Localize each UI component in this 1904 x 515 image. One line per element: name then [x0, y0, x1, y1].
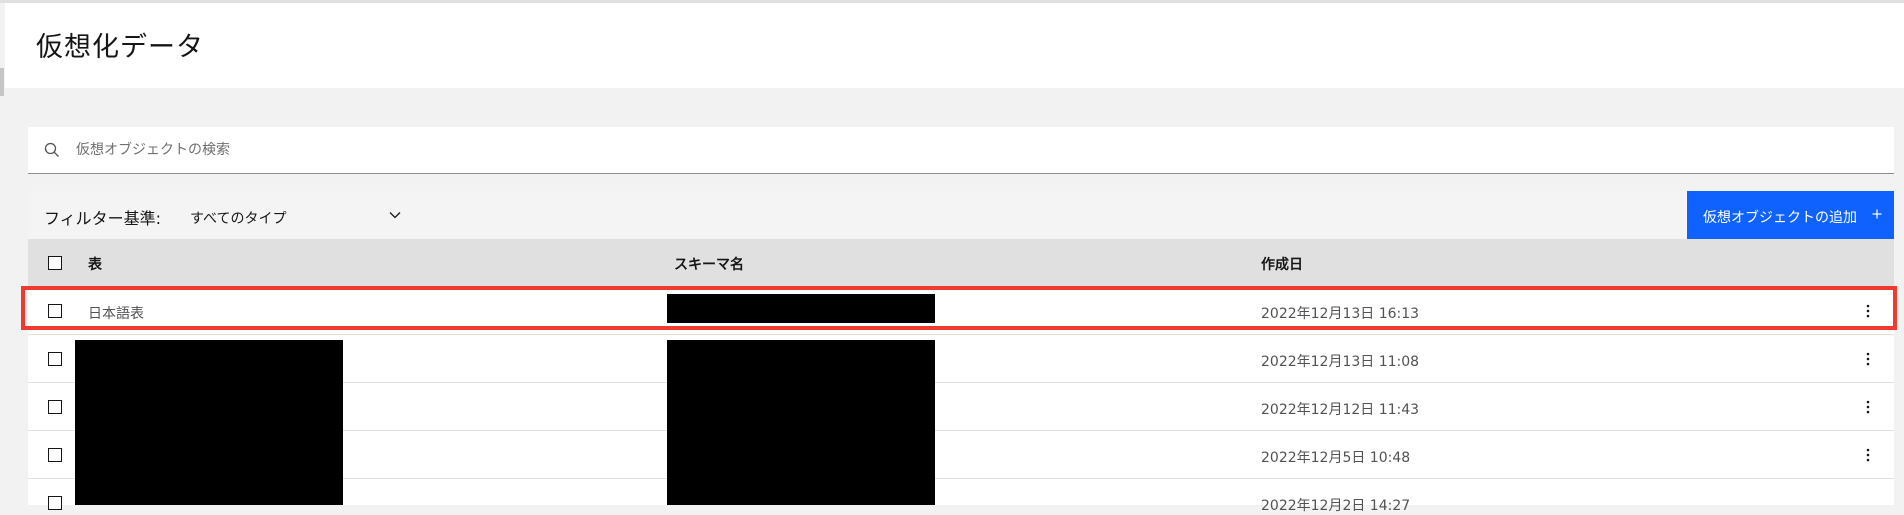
table-header-row: 表 スキーマ名 作成日	[28, 239, 1894, 287]
created-date-cell: 2022年12月13日 11:08	[1261, 354, 1420, 370]
column-header-schema[interactable]: スキーマ名	[674, 254, 744, 274]
filter-type-dropdown[interactable]: すべてのタイプ	[190, 197, 401, 233]
filter-dropdown-value: すべてのタイプ	[190, 211, 287, 227]
overflow-menu-icon[interactable]	[1866, 304, 1870, 318]
created-date-cell: 2022年12月12日 11:43	[1261, 402, 1420, 418]
row-checkbox[interactable]	[48, 352, 62, 366]
table-name-cell: 日本語表	[88, 306, 144, 322]
left-edge-strip	[0, 68, 4, 96]
search-bar[interactable]	[28, 127, 1894, 174]
overflow-menu-icon[interactable]	[1866, 400, 1870, 414]
search-icon	[44, 142, 59, 157]
table-toolbar: フィルター基準: すべてのタイプ 仮想オブジェクトの追加	[28, 191, 1894, 239]
search-input[interactable]	[76, 127, 1856, 173]
redacted-schema-names	[667, 340, 935, 505]
overflow-menu-icon[interactable]	[1866, 352, 1870, 366]
table-row[interactable]: 日本語表 2022年12月13日 16:13	[28, 287, 1894, 335]
filter-label: フィルター基準:	[44, 209, 162, 228]
page-header: 仮想化データ	[5, 3, 1904, 88]
row-checkbox[interactable]	[48, 400, 62, 414]
add-virtual-object-button[interactable]: 仮想オブジェクトの追加	[1687, 191, 1894, 239]
add-button-label: 仮想オブジェクトの追加	[1703, 210, 1857, 226]
chevron-down-icon	[389, 212, 401, 219]
overflow-menu-icon[interactable]	[1866, 448, 1870, 462]
created-date-cell: 2022年12月5日 10:48	[1261, 450, 1411, 466]
created-date-cell: 2022年12月13日 16:13	[1261, 306, 1420, 322]
redacted-table-names	[75, 340, 343, 505]
plus-icon	[1872, 209, 1882, 219]
column-header-created[interactable]: 作成日	[1261, 254, 1303, 274]
created-date-cell: 2022年12月2日 14:27	[1261, 498, 1411, 514]
page-title: 仮想化データ	[36, 32, 204, 63]
select-all-checkbox[interactable]	[48, 256, 62, 270]
row-checkbox[interactable]	[48, 448, 62, 462]
column-header-table[interactable]: 表	[88, 254, 102, 274]
row-checkbox[interactable]	[48, 496, 62, 510]
redacted-schema-name	[667, 294, 935, 323]
row-checkbox[interactable]	[48, 304, 62, 318]
